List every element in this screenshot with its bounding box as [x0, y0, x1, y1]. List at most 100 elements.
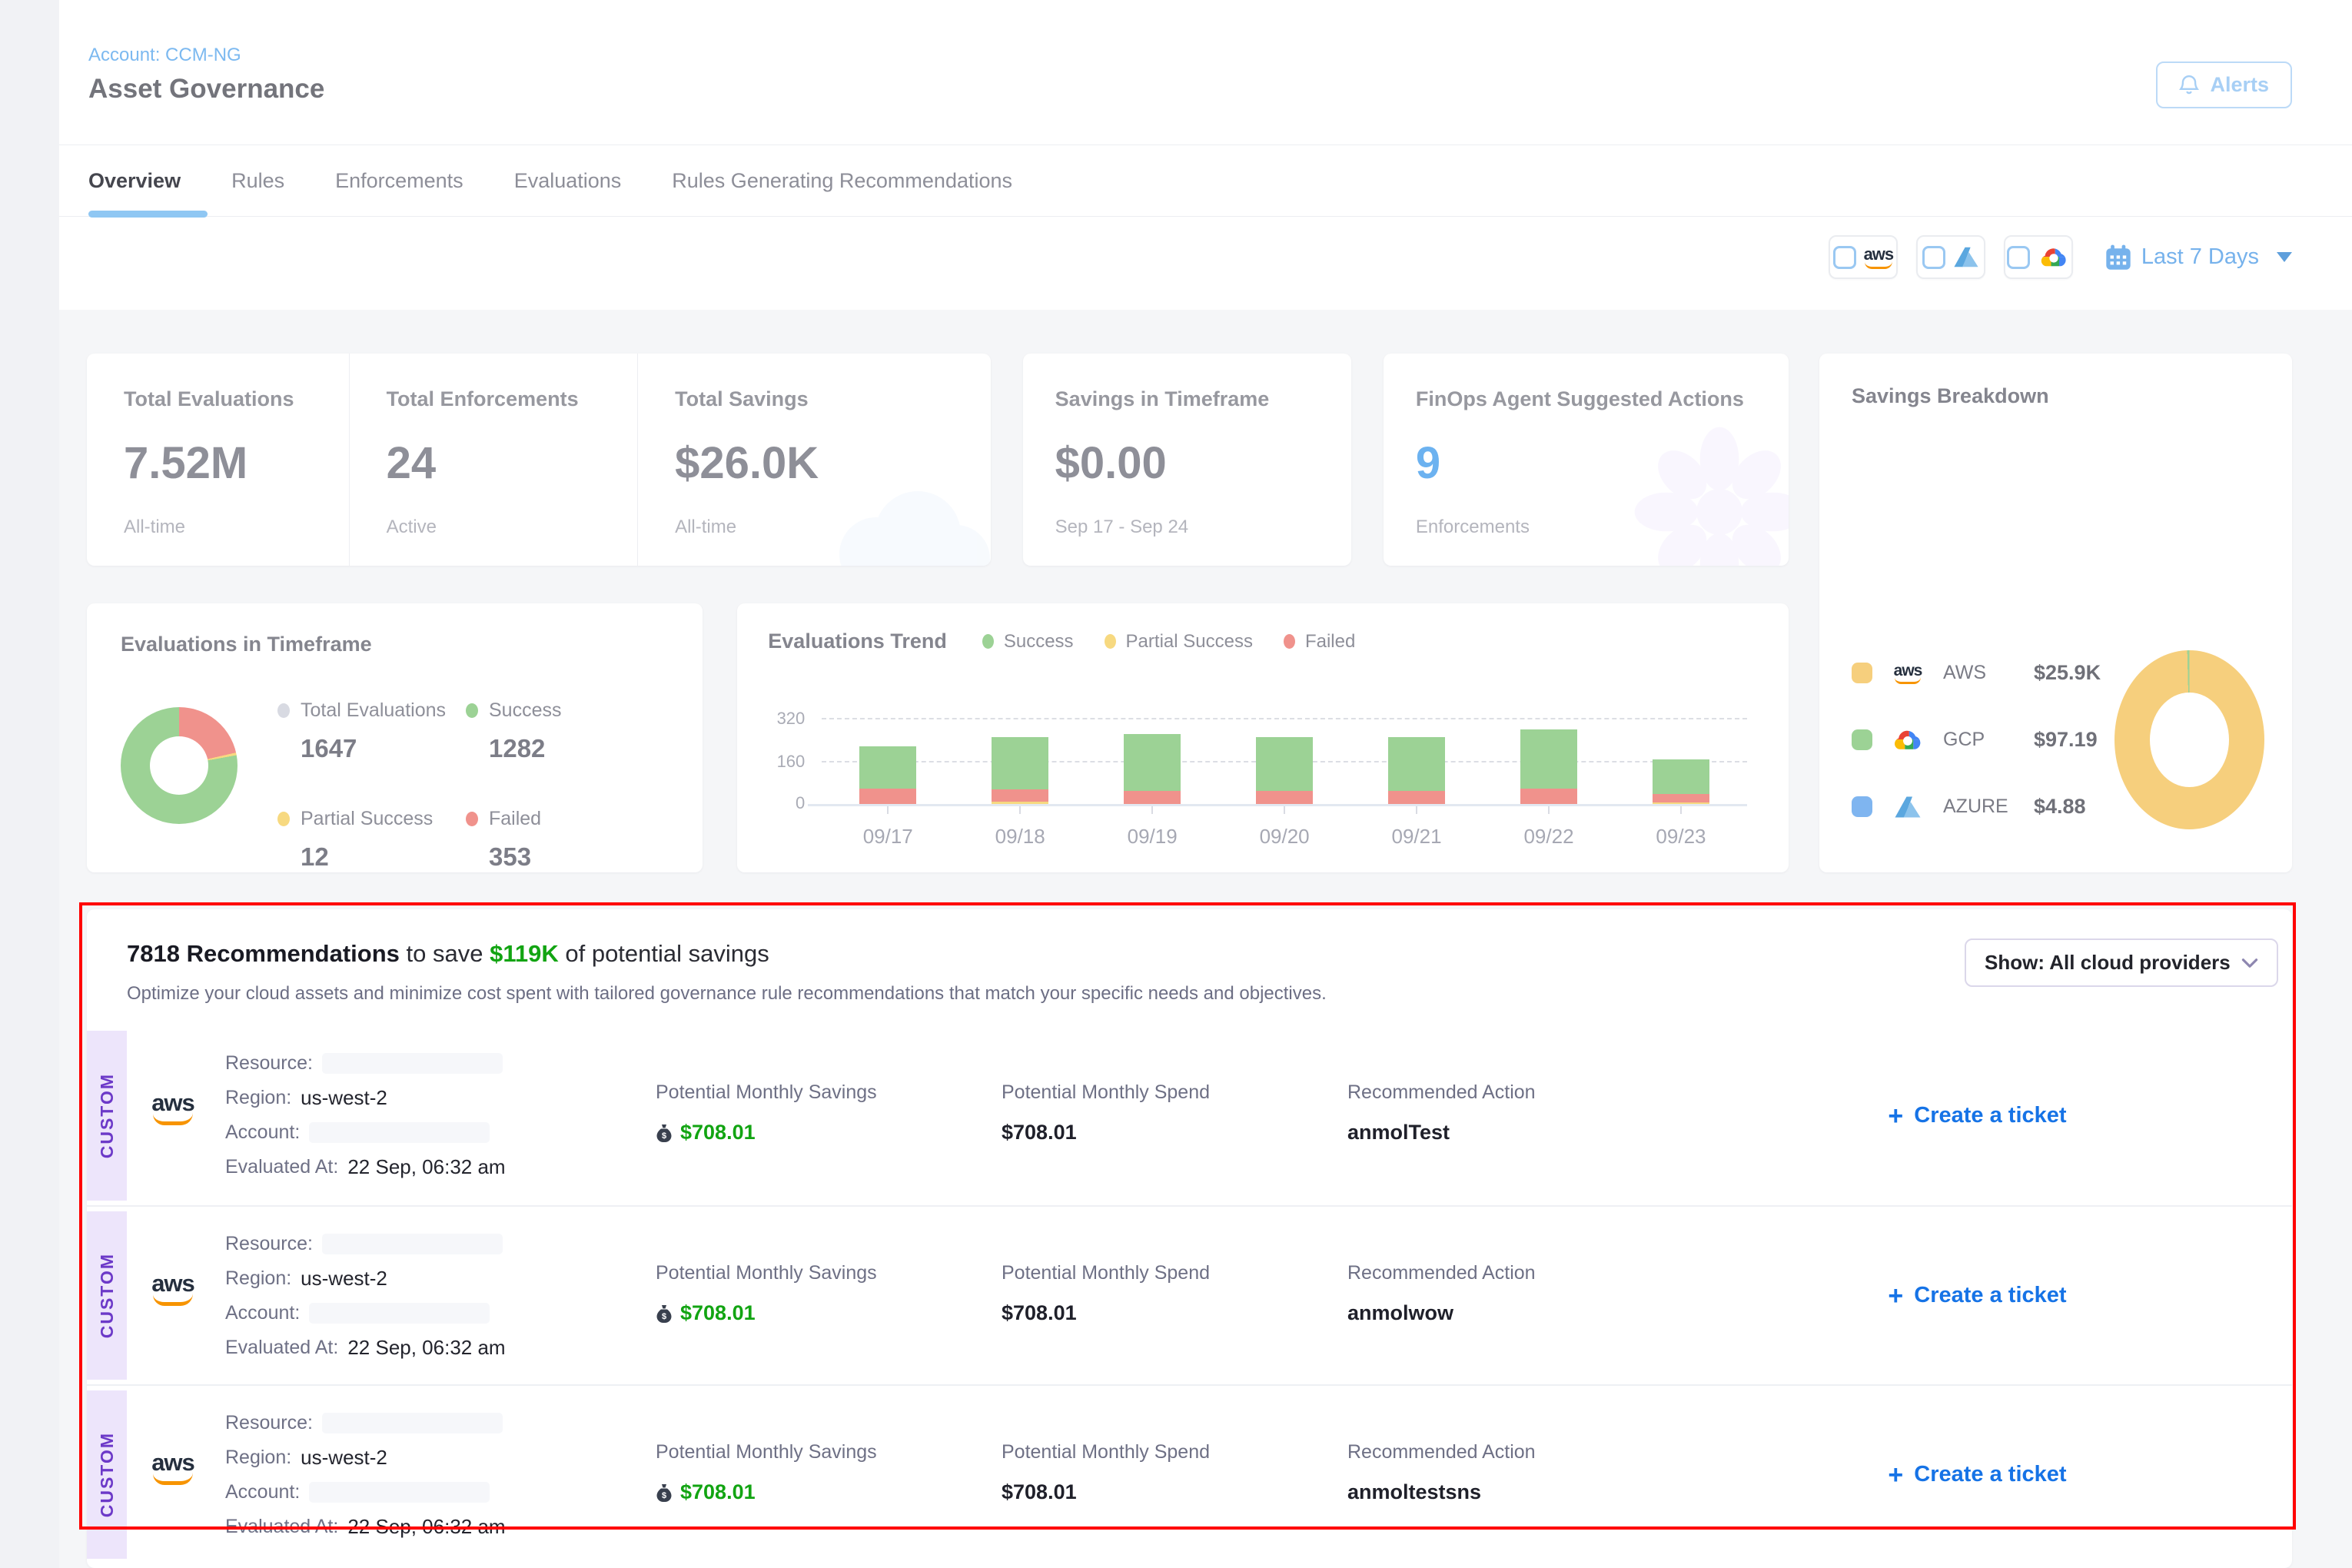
tab-rules[interactable]: Rules	[231, 169, 284, 193]
savings-watermark-icon	[818, 485, 991, 566]
trend-bar	[992, 737, 1048, 804]
page-header: Account: CCM-NG Asset Governance Alerts …	[59, 0, 2352, 310]
recommendations-title: 7818 Recommendations to save $119K of po…	[127, 940, 2261, 968]
legend-dot	[1105, 634, 1116, 649]
legend-item: Failed 353	[466, 808, 561, 872]
savings-in-timeframe-card: Savings in Timeframe $0.00 Sep 17 - Sep …	[1023, 354, 1351, 566]
potential-monthly-savings: Potential Monthly Savings $708.01	[656, 1207, 1002, 1325]
potential-monthly-spend: Potential Monthly Spend $708.01	[1002, 1026, 1347, 1144]
bar-segment-failed	[1124, 791, 1181, 805]
custom-badge: CUSTOM	[87, 1211, 127, 1380]
bar-segment-success	[1653, 759, 1709, 795]
tab-evaluations[interactable]: Evaluations	[514, 169, 622, 193]
legend-item-gcp: GCP $97.19	[1852, 728, 2101, 752]
legend-dot	[982, 634, 994, 649]
tab-rules-generating-recommendations[interactable]: Rules Generating Recommendations	[672, 169, 1012, 193]
bar-segment-failed	[1256, 791, 1313, 805]
legend-label: Partial Success	[1126, 631, 1253, 653]
breakdown-legend: aws AWS $25.9K GCP $97.19 AZURE	[1852, 661, 2101, 819]
evaluations-donut-chart	[121, 707, 238, 824]
legend-value: $97.19	[2034, 728, 2098, 752]
evaluations-in-timeframe-card: Evaluations in Timeframe Total Evaluatio…	[87, 603, 703, 872]
plus-icon: +	[1888, 1462, 1903, 1488]
trend-bar	[859, 746, 916, 804]
gcp-logo-icon	[1891, 729, 1925, 752]
plus-icon: +	[1888, 1283, 1903, 1309]
dropdown-selected-value: Show: All cloud providers	[1985, 951, 2231, 975]
legend-label: Failed	[1305, 631, 1355, 653]
savings-in-timeframe-stat: Savings in Timeframe $0.00 Sep 17 - Sep …	[1023, 354, 1351, 538]
legend-value: $4.88	[2034, 795, 2086, 819]
x-tick-label: 09/17	[863, 825, 913, 849]
chevron-down-icon	[2241, 958, 2258, 968]
left-gutter	[0, 0, 59, 1568]
moneybag-icon	[656, 1303, 673, 1324]
recommended-action: Recommended Action anmolTest	[1347, 1026, 1693, 1144]
recommendations-panel: 7818 Recommendations to save $119K of po…	[87, 909, 2292, 1568]
legend-dot	[277, 703, 290, 718]
recommended-action: Recommended Action anmoltestsns	[1347, 1386, 1693, 1504]
main-content: Total Evaluations 7.52M All-time Total E…	[59, 310, 2352, 1568]
custom-badge: CUSTOM	[87, 1390, 127, 1559]
stat-label: Total Enforcements	[387, 387, 623, 411]
trend-bar	[1520, 729, 1577, 804]
tab-overview[interactable]: Overview	[88, 169, 181, 193]
create-ticket-button[interactable]: +Create a ticket	[1888, 1462, 2066, 1488]
legend-item: Success	[982, 631, 1074, 653]
legend-label: Success	[489, 699, 561, 722]
page-title: Asset Governance	[88, 74, 324, 105]
legend-item: Failed	[1284, 631, 1355, 653]
recommendations-count: 7818 Recommendations	[127, 940, 400, 967]
legend-label: AZURE	[1943, 796, 2018, 818]
bar-segment-success	[1256, 737, 1313, 790]
legend-item: Partial Success 12	[277, 808, 466, 872]
tab-enforcements[interactable]: Enforcements	[335, 169, 463, 193]
legend-swatch	[1852, 729, 1872, 750]
cloud-provider-filter-dropdown[interactable]: Show: All cloud providers	[1965, 938, 2278, 987]
trend-slots	[822, 729, 1747, 804]
trend-bar	[1124, 734, 1181, 804]
x-axis-line	[808, 804, 1747, 806]
gcp-checkbox[interactable]	[2007, 246, 2030, 269]
stat-label: Total Savings	[675, 387, 975, 411]
x-tick-label: 09/21	[1392, 825, 1442, 849]
potential-monthly-savings: Potential Monthly Savings $708.01	[656, 1386, 1002, 1504]
provider-filter-row: aws Last 7 Days	[1829, 235, 2292, 279]
redacted-value	[309, 1122, 490, 1143]
stat-caption: Sep 17 - Sep 24	[1055, 517, 1336, 538]
resource-details: Resource: Region:us-west-2 Account: Eval…	[225, 1026, 656, 1184]
aws-filter-toggle[interactable]: aws	[1829, 235, 1898, 279]
recommendation-row: CUSTOM aws Resource: Region:us-west-2 Ac…	[87, 1026, 2292, 1205]
x-tick-label: 09/19	[1128, 825, 1178, 849]
bar-segment-failed	[1520, 789, 1577, 804]
x-tick-label: 09/23	[1656, 825, 1706, 849]
aws-checkbox[interactable]	[1833, 246, 1856, 269]
azure-filter-toggle[interactable]	[1916, 235, 1985, 279]
legend-item-aws: aws AWS $25.9K	[1852, 661, 2101, 685]
moneybag-icon	[656, 1482, 673, 1503]
stat-value: $0.00	[1055, 437, 1336, 489]
legend-value: 1282	[489, 734, 561, 763]
gcp-filter-toggle[interactable]	[2004, 235, 2073, 279]
calendar-icon	[2105, 244, 2131, 271]
potential-monthly-savings: Potential Monthly Savings $708.01	[656, 1026, 1002, 1144]
create-ticket-button[interactable]: +Create a ticket	[1888, 1283, 2066, 1309]
stat-value: 24	[387, 437, 623, 489]
potential-monthly-spend: Potential Monthly Spend $708.01	[1002, 1207, 1347, 1325]
tab-bar: Overview Rules Enforcements Evaluations …	[59, 145, 2352, 217]
total-evaluations-stat: Total Evaluations 7.52M All-time	[87, 354, 349, 566]
alerts-button[interactable]: Alerts	[2156, 61, 2292, 108]
legend-label: GCP	[1943, 729, 2018, 751]
x-tick-label: 09/22	[1523, 825, 1573, 849]
date-range-picker[interactable]: Last 7 Days	[2105, 244, 2292, 271]
legend-label: Success	[1004, 631, 1074, 653]
account-breadcrumb[interactable]: Account: CCM-NG	[88, 45, 241, 66]
redacted-value	[309, 1303, 490, 1324]
stat-label: FinOps Agent Suggested Actions	[1416, 387, 1773, 411]
custom-badge: CUSTOM	[87, 1031, 127, 1201]
azure-checkbox[interactable]	[1922, 246, 1945, 269]
legend-value: 12	[301, 842, 466, 872]
bar-segment-success	[859, 746, 916, 789]
create-ticket-button[interactable]: +Create a ticket	[1888, 1103, 2066, 1129]
azure-logo-icon	[1894, 796, 1922, 819]
